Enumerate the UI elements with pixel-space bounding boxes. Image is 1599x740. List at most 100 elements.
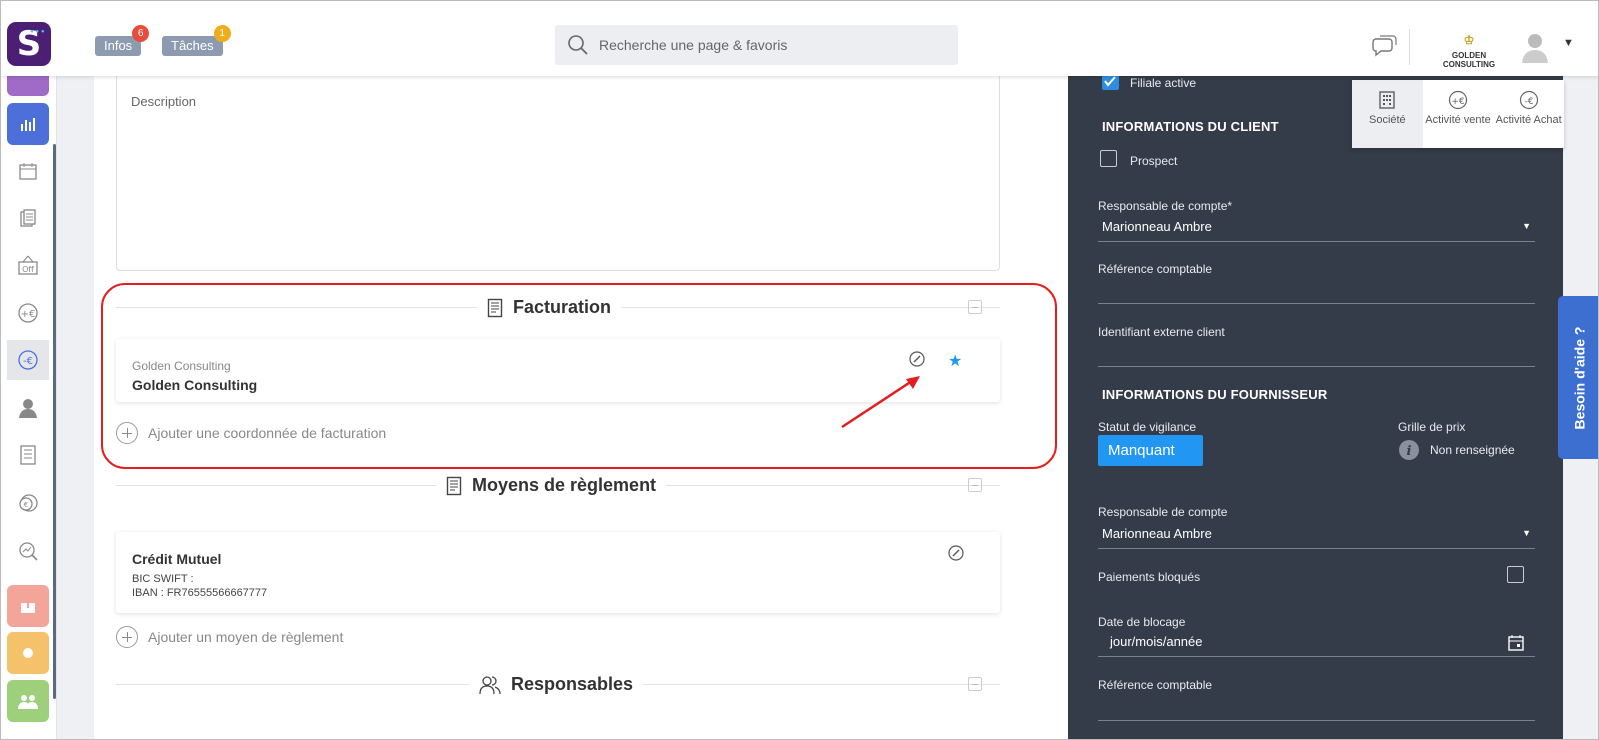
payment-method-card[interactable]: Crédit Mutuel BIC SWIFT : IBAN : FR76555… — [116, 532, 1000, 613]
date-blocage-label: Date de blocage — [1098, 615, 1186, 629]
date-blocage-placeholder: jour/mois/année — [1110, 634, 1203, 649]
tab-societe-label: Société — [1368, 114, 1406, 126]
topbar-divider — [1409, 29, 1410, 65]
facturation-title-text: Facturation — [513, 297, 612, 317]
sidebar-item-sales[interactable]: +€ — [7, 293, 49, 333]
statut-vigilance-badge[interactable]: Manquant — [1098, 435, 1203, 466]
field-underline — [1098, 720, 1535, 721]
documents-icon — [20, 209, 36, 227]
add-payment-method-button[interactable]: Ajouter un moyen de règlement — [116, 626, 343, 648]
bar-chart-icon — [21, 118, 35, 131]
euro-minus-icon: -€ — [1519, 90, 1538, 110]
calendar-icon[interactable] — [1507, 634, 1525, 652]
reglement-collapse-button[interactable] — [968, 478, 982, 492]
description-field[interactable]: Description — [116, 76, 1000, 271]
paiements-bloques-checkbox[interactable] — [1507, 566, 1524, 583]
resp-compte2-value: Marionneau Ambre — [1102, 526, 1212, 541]
sidebar-item-analysis[interactable] — [7, 531, 49, 571]
warning-circle-icon — [23, 648, 33, 658]
sidebar-item-payments[interactable]: € — [7, 483, 49, 523]
sidebar-item-alerts[interactable] — [7, 585, 49, 627]
sidebar-item-contacts[interactable] — [7, 388, 49, 428]
edit-icon[interactable] — [909, 351, 925, 367]
chevron-down-icon[interactable]: ▼ — [1563, 37, 1574, 49]
annotation-arrow — [841, 376, 920, 429]
ref-comptable-input[interactable] — [1098, 280, 1535, 302]
prospect-checkbox[interactable] — [1100, 150, 1117, 167]
tab-activite-vente[interactable]: +€ Activité vente — [1422, 80, 1494, 148]
app-window: S••• Infos 6 Tâches 1 ♔ GOLDEN CONSULTING… — [0, 0, 1599, 740]
search-input[interactable] — [599, 37, 929, 53]
add-payment-label: Ajouter un moyen de règlement — [148, 629, 344, 645]
building-icon — [1379, 91, 1395, 109]
infos-button[interactable]: Infos 6 — [95, 25, 150, 56]
ident-externe-input[interactable] — [1098, 343, 1535, 365]
sidebar-item-off[interactable]: Off — [7, 245, 49, 285]
app-logo[interactable]: S ••• — [7, 22, 51, 66]
logo-dots-icon: ••• — [29, 28, 46, 36]
search-icon — [568, 35, 588, 55]
responsables-collapse-button[interactable] — [968, 677, 982, 691]
resp-compte-label: Responsable de compte* — [1098, 199, 1233, 213]
reglement-title-text: Moyens de règlement — [472, 475, 657, 495]
coins-icon: € — [19, 494, 38, 512]
team-icon — [18, 695, 38, 709]
chat-icon[interactable] — [1371, 35, 1397, 57]
chevron-down-icon: ▼ — [1522, 221, 1531, 231]
sidebar-item-team[interactable] — [7, 680, 49, 722]
resp-compte2-select[interactable]: Marionneau Ambre ▼ — [1098, 526, 1535, 548]
check-icon — [1104, 76, 1116, 87]
svg-text:i: i — [1407, 444, 1412, 459]
plus-circle-icon — [116, 626, 138, 648]
star-icon[interactable]: ★ — [948, 351, 962, 370]
tab-activite-achat[interactable]: -€ Activité Achat — [1493, 80, 1565, 148]
infos-label: Infos — [104, 38, 133, 53]
filiale-active-label: Filiale active — [1130, 76, 1197, 90]
add-billing-label: Ajouter une coordonnée de facturation — [148, 425, 387, 441]
sidebar-item-invoices[interactable] — [7, 435, 49, 475]
info-icon[interactable]: i — [1398, 439, 1420, 461]
person-icon — [19, 399, 37, 418]
ref-comptable2-label: Référence comptable — [1098, 678, 1213, 692]
reglement-section-header: Moyens de règlement — [94, 475, 1078, 496]
euro-plus-icon: +€ — [1448, 90, 1468, 110]
help-label: Besoin d'aide ? — [1571, 326, 1588, 429]
euro-minus-icon: -€ — [18, 350, 38, 370]
plus-circle-icon — [116, 422, 138, 444]
sidebar-item-notifications[interactable] — [7, 632, 49, 674]
taches-button[interactable]: Tâches 1 — [162, 25, 231, 56]
responsables-section-header: Responsables — [94, 674, 1078, 695]
add-billing-address-button[interactable]: Ajouter une coordonnée de facturation — [116, 422, 386, 444]
search-box[interactable] — [555, 25, 958, 65]
prospect-label: Prospect — [1130, 154, 1178, 168]
crown-icon: ♔ — [1463, 33, 1475, 47]
statut-vigilance-label: Statut de vigilance — [1098, 420, 1197, 434]
resp-compte2-label: Responsable de compte — [1098, 505, 1228, 519]
fournisseur-section-header: INFORMATIONS DU FOURNISSEUR — [1102, 387, 1328, 402]
taches-count-badge: 1 — [213, 25, 231, 42]
resp-compte-select[interactable]: Marionneau Ambre ▼ — [1098, 219, 1535, 241]
date-blocage-input[interactable]: jour/mois/année — [1098, 634, 1535, 656]
sidebar-item-purchases[interactable]: -€ — [7, 340, 49, 380]
grille-prix-label: Grille de prix — [1398, 420, 1466, 434]
user-avatar[interactable] — [1519, 31, 1551, 63]
sidebar-scrollbar[interactable] — [53, 144, 56, 699]
bic-line: BIC SWIFT : — [132, 573, 194, 585]
company-logo[interactable]: ♔ GOLDEN CONSULTING — [1429, 33, 1509, 69]
sidebar-item-stats[interactable] — [7, 103, 49, 145]
responsables-title-text: Responsables — [511, 674, 634, 694]
svg-text:+€: +€ — [21, 309, 36, 320]
help-button[interactable]: Besoin d'aide ? — [1558, 296, 1598, 459]
edit-icon[interactable] — [948, 545, 964, 561]
client-section-header: INFORMATIONS DU CLIENT — [1102, 119, 1279, 134]
taches-label: Tâches — [171, 38, 214, 53]
facturation-collapse-button[interactable] — [968, 300, 982, 314]
sidebar-item-documents[interactable] — [7, 198, 49, 238]
sidebar-item-calendar[interactable] — [7, 151, 49, 191]
top-bar: S••• Infos 6 Tâches 1 ♔ GOLDEN CONSULTING… — [1, 1, 1598, 76]
tab-societe[interactable]: Société — [1352, 80, 1423, 148]
svg-text:€: € — [24, 501, 28, 509]
field-underline — [1098, 241, 1535, 242]
tab-activite-vente-label: Activité vente — [1425, 114, 1491, 126]
reglement-title: Moyens de règlement — [436, 475, 667, 496]
